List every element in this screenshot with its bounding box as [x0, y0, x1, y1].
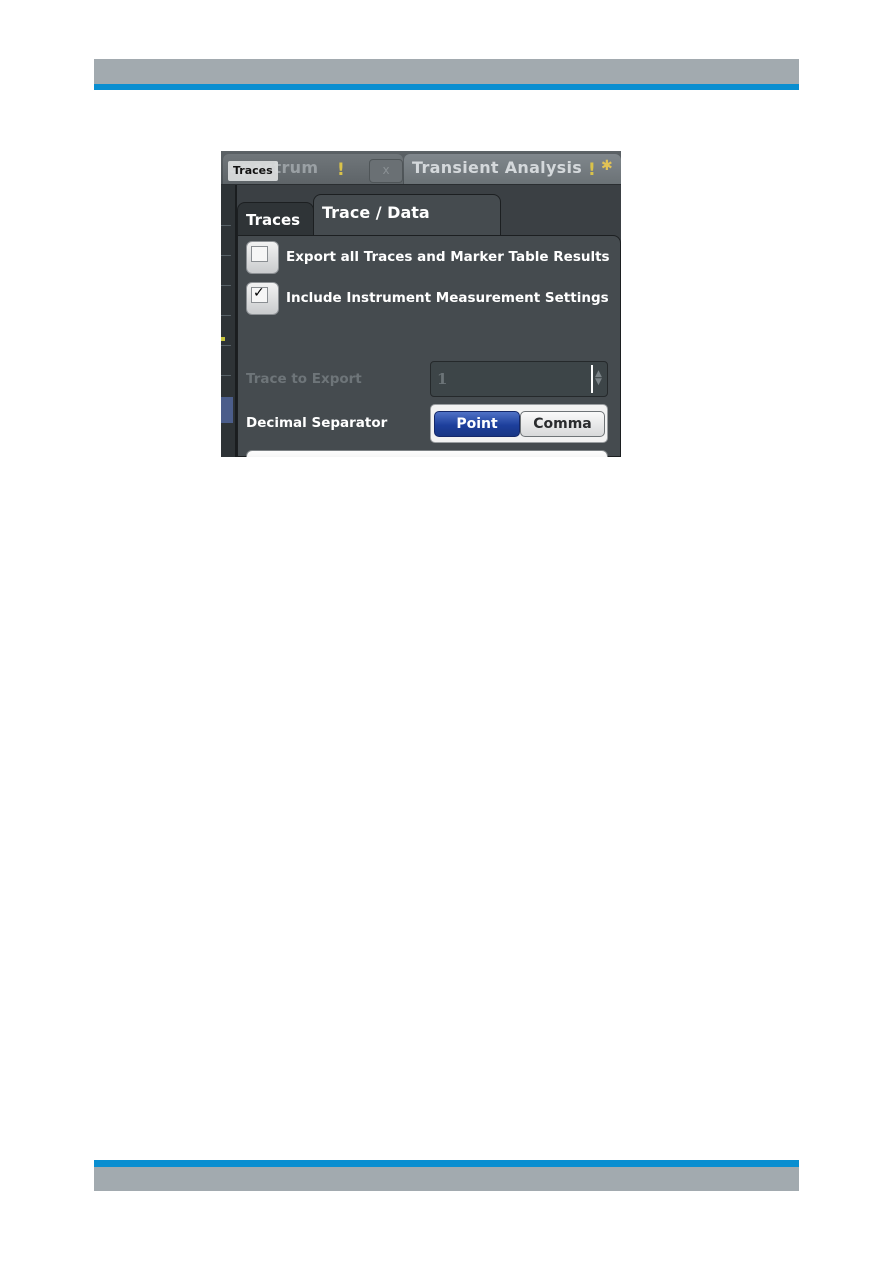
spin-arrows-icon[interactable]: ▲ ▼	[595, 370, 602, 387]
page-header-bar	[94, 59, 799, 85]
decimal-separator-label: Decimal Separator	[246, 415, 388, 431]
export-all-checkbox[interactable]	[246, 241, 279, 274]
warning-icon: !	[337, 160, 345, 180]
trace-to-export-value: 1	[437, 370, 448, 388]
tab-traces[interactable]: Traces	[237, 202, 314, 236]
trace-to-export-spinbox[interactable]: 1 ▲ ▼	[430, 361, 608, 397]
tab-trace-data-export[interactable]: Trace / Data Export	[313, 194, 501, 258]
include-settings-checkbox[interactable]: ✓	[246, 282, 279, 315]
dialog-panel: Export all Traces and Marker Table Resul…	[237, 235, 621, 457]
page-footer-bar	[94, 1167, 799, 1191]
page-header-accent-line	[94, 84, 799, 90]
export-all-label: Export all Traces and Marker Table Resul…	[286, 249, 610, 265]
app-tab-bar: Spectrum ! x Traces Transient Analysis !…	[221, 151, 621, 185]
page-footer-accent-line	[94, 1160, 799, 1167]
tooltip: Traces	[228, 161, 278, 181]
close-tab-button[interactable]: x	[369, 159, 403, 183]
trace-to-export-label: Trace to Export	[246, 371, 362, 387]
decimal-separator-toggle: Point Comma	[430, 404, 608, 443]
export-ascii-button[interactable]: Export to ASCII File	[246, 450, 608, 457]
app-tab-transient-analysis[interactable]: Transient Analysis !	[404, 154, 621, 184]
app-tab-spectrum[interactable]: Spectrum ! x Traces	[223, 154, 403, 184]
star-icon: ✱	[601, 158, 613, 174]
checkmark-icon: ✓	[253, 285, 265, 301]
screenshot-figure: Spectrum ! x Traces Transient Analysis !…	[221, 151, 621, 457]
decimal-point-button[interactable]: Point	[434, 411, 520, 437]
trace-export-dialog: Traces Trace / Data Export Export all Tr…	[237, 191, 621, 457]
background-diagram-strip	[221, 185, 237, 457]
text-caret	[591, 365, 593, 393]
app-tab-transient-label: Transient Analysis	[412, 158, 583, 177]
include-settings-label: Include Instrument Measurement Settings	[286, 290, 609, 306]
warning-icon: !	[588, 160, 596, 180]
decimal-comma-button[interactable]: Comma	[520, 411, 605, 437]
